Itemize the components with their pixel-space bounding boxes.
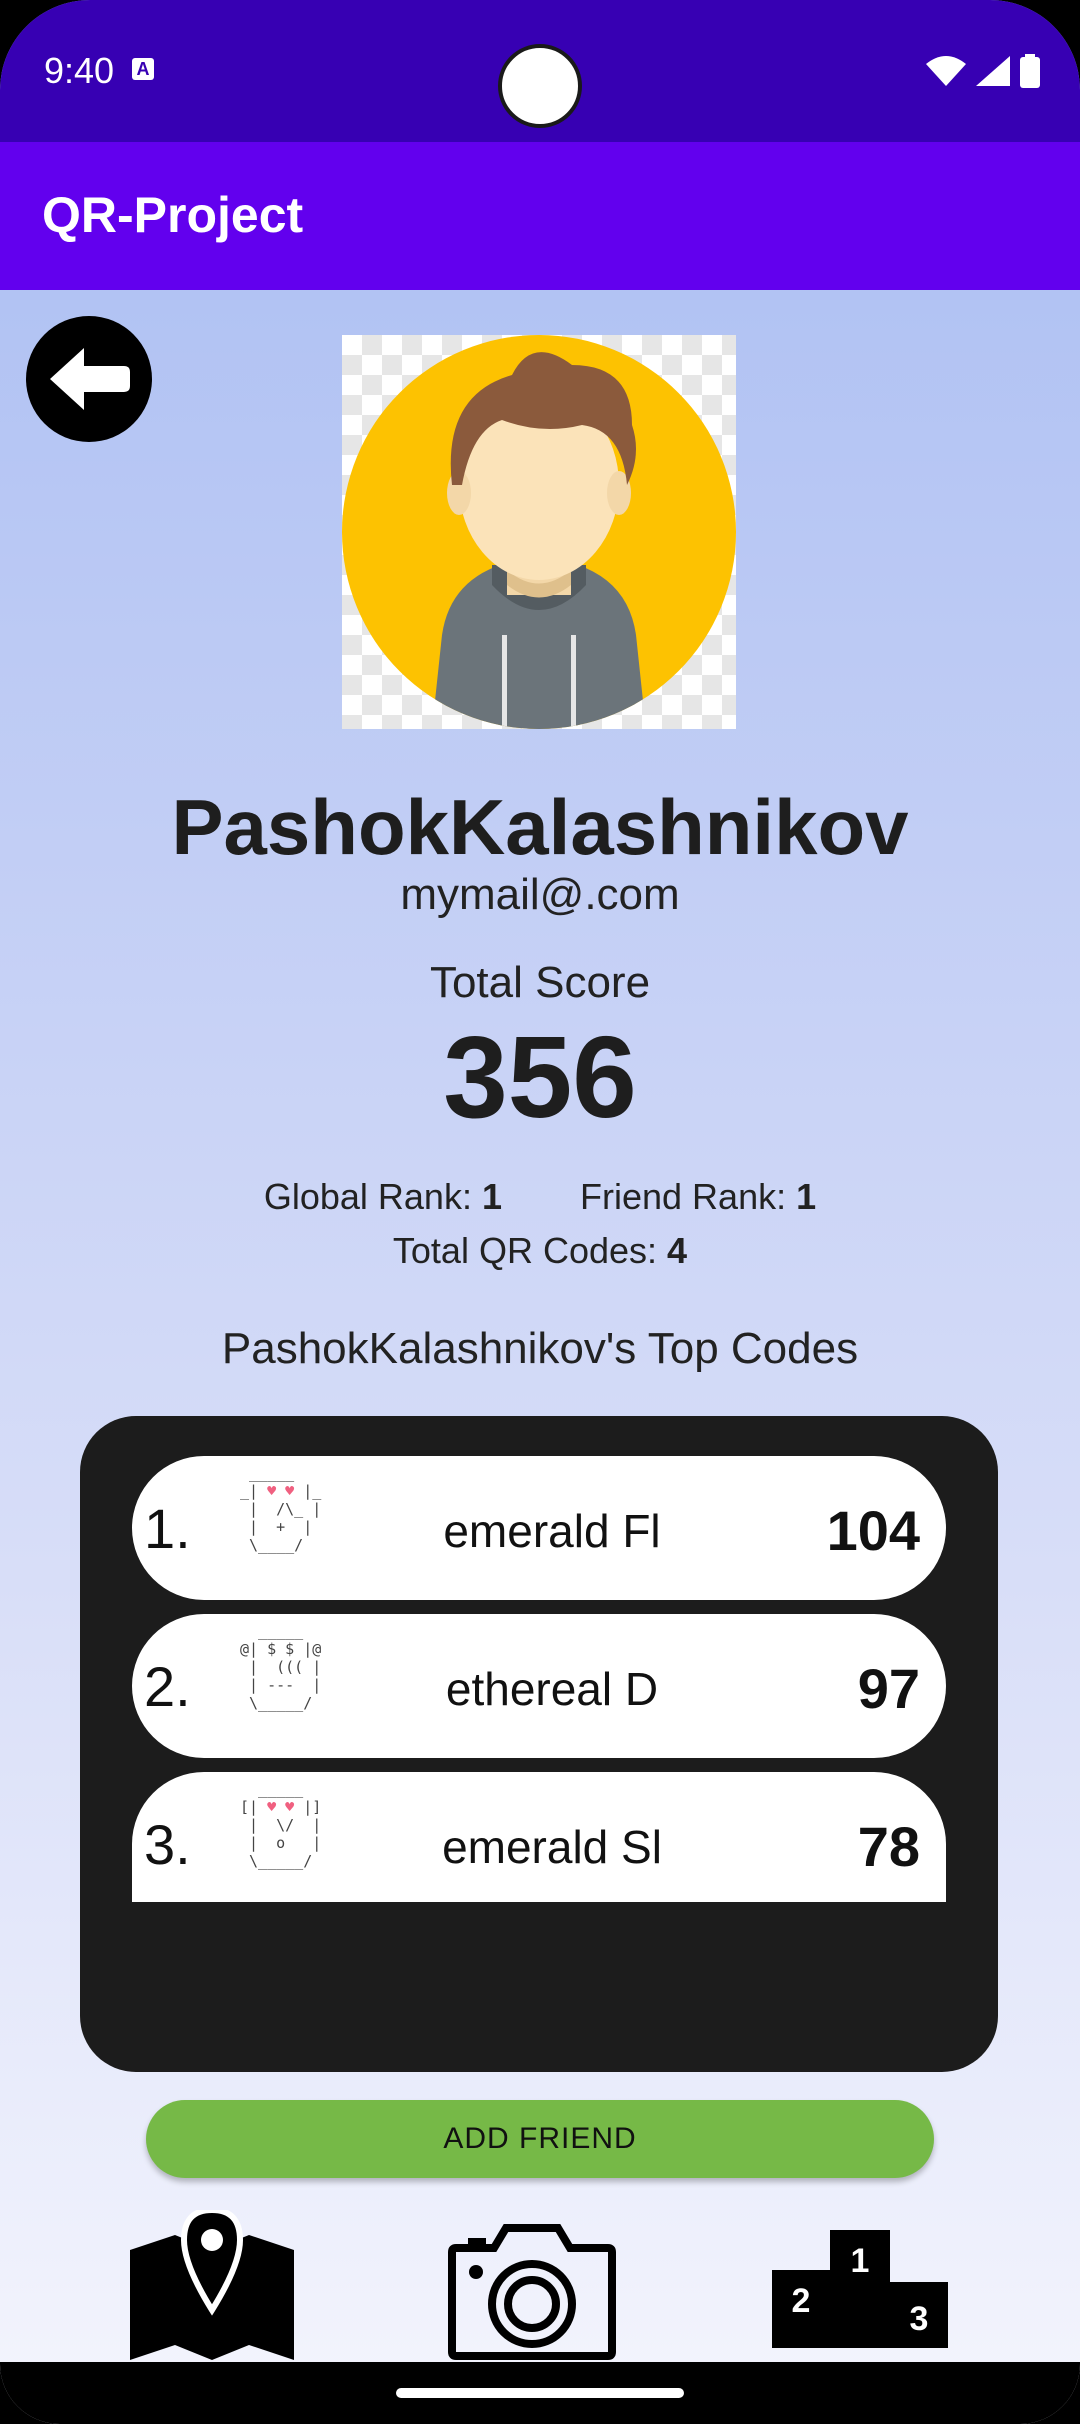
friend-rank-label: Friend Rank:: [580, 1176, 787, 1217]
code-row[interactable]: 2. _____ @| $ $ |@ | ((( | | --- | \____…: [132, 1614, 946, 1758]
podium-label: 1: [851, 2242, 870, 2280]
code-name: ethereal D: [445, 1663, 659, 1715]
add-friend-button[interactable]: ADD FRIEND: [146, 2100, 934, 2178]
camera-icon: [448, 2224, 616, 2360]
total-qr-codes: Total QR Codes: 4: [0, 1230, 1080, 1272]
notification-icon: A: [132, 58, 154, 80]
screen: 9:40 A QR-Project PashokKalashnikov myma…: [0, 0, 1080, 2424]
code-name: emerald Sl: [442, 1821, 662, 1873]
total-score-value: 356: [443, 1012, 637, 1142]
avatar: [342, 335, 736, 729]
friend-rank: Friend Rank: 1: [580, 1176, 816, 1218]
username: PashokKalashnikov: [171, 783, 909, 871]
global-rank-value: 1: [481, 1176, 502, 1217]
app-title: QR-Project: [42, 187, 304, 243]
status-bar: 9:40 A: [0, 0, 1080, 142]
podium-label: 3: [910, 2300, 929, 2338]
podium-label: 2: [792, 2282, 811, 2320]
email: mymail@.com: [400, 870, 680, 919]
status-time: 9:40: [44, 50, 115, 91]
home-indicator[interactable]: [396, 2388, 684, 2398]
friend-rank-value: 1: [796, 1176, 817, 1217]
code-rank: 2.: [144, 1655, 191, 1718]
user-avatar-icon: [342, 335, 736, 729]
code-rank: 3.: [144, 1813, 191, 1876]
map-icon: [130, 2206, 294, 2360]
top-codes-title: PashokKalashnikov's Top Codes: [221, 1324, 859, 1373]
battery-icon: [1020, 54, 1040, 88]
back-button[interactable]: [26, 316, 152, 442]
global-rank: Global Rank: 1: [264, 1176, 502, 1218]
global-rank-label: Global Rank:: [263, 1176, 472, 1217]
code-name: emerald Fl: [443, 1505, 661, 1557]
wifi-icon: [926, 56, 966, 86]
total-qr-label: Total QR Codes:: [392, 1230, 658, 1271]
arrow-left-icon: [50, 348, 130, 410]
app-bar: QR-Project: [0, 142, 1080, 290]
camera-cutout: [498, 44, 582, 128]
code-score: 78: [857, 1815, 920, 1878]
signal-icon: [976, 56, 1010, 86]
code-rank: 1.: [144, 1497, 191, 1560]
nav-leaderboard-button[interactable]: 1 2 3: [772, 2230, 948, 2348]
code-row[interactable]: 3. _____ [| ♥ ♥ |] | \/ | | o | \_____/ …: [132, 1772, 946, 1902]
total-qr-value: 4: [667, 1230, 688, 1271]
nav-map-button[interactable]: [130, 2206, 294, 2360]
leaderboard-icon: 1 2 3: [772, 2230, 948, 2348]
nav-camera-button[interactable]: [448, 2220, 616, 2360]
code-score: 97: [857, 1657, 920, 1720]
status-icons: [926, 54, 1040, 88]
total-score-label: Total Score: [429, 958, 651, 1007]
top-codes-panel: 1. _____ _| ♥ ♥ |_ | /\_ | | + | \____/ …: [80, 1416, 998, 2072]
ranks-row: Global Rank: 1 Friend Rank: 1: [0, 1176, 1080, 1218]
code-row[interactable]: 1. _____ _| ♥ ♥ |_ | /\_ | | + | \____/ …: [132, 1456, 946, 1600]
code-score: 104: [826, 1499, 920, 1562]
